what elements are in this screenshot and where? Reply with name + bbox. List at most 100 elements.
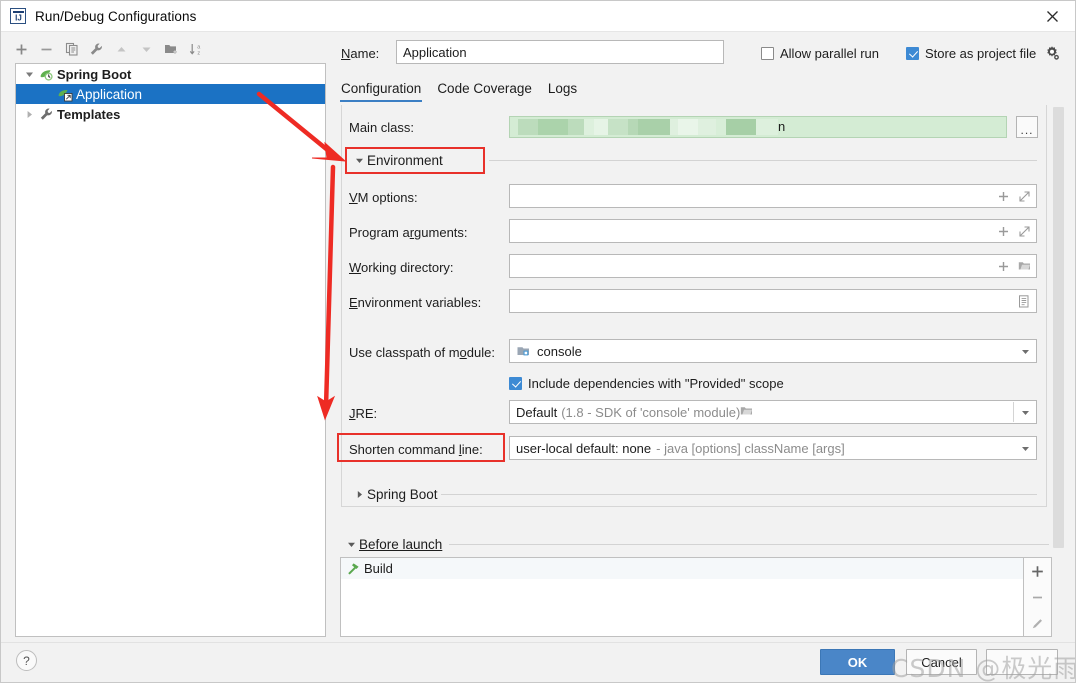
sort-configurations-button[interactable]: a z xyxy=(184,38,209,60)
chevron-down-icon[interactable] xyxy=(1014,340,1036,362)
use-classpath-of-module-dropdown[interactable]: console xyxy=(509,339,1037,363)
intellij-idea-icon: IJ xyxy=(10,8,26,24)
chevron-down-icon[interactable] xyxy=(22,64,37,84)
chevron-right-icon xyxy=(351,488,367,502)
folder-icon[interactable] xyxy=(1015,255,1033,277)
tab-configuration[interactable]: Configuration xyxy=(339,81,428,102)
before-launch-task-list[interactable]: Build xyxy=(340,557,1024,637)
jre-dropdown[interactable]: Default (1.8 - SDK of 'console' module) xyxy=(509,400,1037,424)
tab-logs[interactable]: Logs xyxy=(548,81,584,102)
allow-parallel-run-checkbox[interactable]: Allow parallel run xyxy=(761,46,879,61)
environment-variables-label: Environment variables: xyxy=(349,295,482,310)
configurations-tree[interactable]: Spring Boot Application Templates xyxy=(15,63,326,637)
environment-section-header[interactable]: Environment xyxy=(351,153,443,168)
chevron-right-icon[interactable] xyxy=(22,104,37,124)
environment-section-label: Environment xyxy=(367,153,443,168)
close-icon[interactable] xyxy=(1029,1,1075,32)
list-edit-icon[interactable] xyxy=(1015,290,1033,312)
checkbox-box xyxy=(906,47,919,60)
chevron-down-icon xyxy=(343,538,359,552)
help-button[interactable]: ? xyxy=(16,650,37,671)
spring-boot-section-header[interactable]: Spring Boot xyxy=(351,487,438,502)
program-arguments-input[interactable] xyxy=(509,219,1037,243)
module-icon xyxy=(516,343,532,359)
jre-hint: (1.8 - SDK of 'console' module) xyxy=(561,404,741,420)
spring-boot-section-panel xyxy=(341,478,1047,507)
redaction-block xyxy=(584,119,594,135)
add-task-button[interactable] xyxy=(1024,558,1052,584)
include-provided-dependencies-checkbox[interactable]: Include dependencies with "Provided" sco… xyxy=(509,376,784,391)
wrench-icon xyxy=(37,105,55,123)
wrench-icon[interactable] xyxy=(84,38,109,60)
vm-options-input[interactable] xyxy=(509,184,1037,208)
chevron-down-icon xyxy=(351,154,367,168)
window-title: Run/Debug Configurations xyxy=(35,8,197,24)
jre-value: Default xyxy=(516,404,558,420)
environment-variables-input[interactable] xyxy=(509,289,1037,313)
tab-code-coverage[interactable]: Code Coverage xyxy=(437,81,539,102)
chevron-down-icon[interactable] xyxy=(1014,401,1036,423)
shorten-command-line-label: Shorten command line: xyxy=(349,442,483,457)
remove-configuration-button[interactable] xyxy=(34,38,59,60)
before-launch-side-toolbar xyxy=(1024,557,1052,637)
move-up-button[interactable] xyxy=(109,38,134,60)
main-class-browse-button[interactable]: ... xyxy=(1016,116,1038,138)
expand-icon[interactable] xyxy=(1015,220,1033,242)
tree-node-label: Spring Boot xyxy=(57,66,132,82)
tree-node-application[interactable]: Application xyxy=(16,84,325,104)
working-directory-label: Working directory: xyxy=(349,260,454,275)
plus-icon[interactable] xyxy=(994,255,1012,277)
add-configuration-button[interactable] xyxy=(9,38,34,60)
redaction-block xyxy=(716,119,726,135)
before-launch-section-header[interactable]: Before launch xyxy=(343,537,442,552)
scrollbar-thumb[interactable] xyxy=(1053,107,1064,548)
before-launch-section-label: Before launch xyxy=(359,537,443,552)
shorten-command-line-hint: - java [options] className [args] xyxy=(656,440,845,456)
shorten-command-line-dropdown[interactable]: user-local default: none - java [options… xyxy=(509,436,1037,460)
move-down-button[interactable] xyxy=(134,38,159,60)
section-divider xyxy=(489,160,1037,161)
redaction-block xyxy=(538,119,568,135)
run-debug-configurations-dialog: IJ Run/Debug Configurations a z Spring B… xyxy=(0,0,1076,683)
main-class-label: Main class: xyxy=(349,120,415,135)
move-into-folder-button[interactable] xyxy=(159,38,184,60)
section-divider xyxy=(449,544,1049,545)
copy-configuration-button[interactable] xyxy=(59,38,84,60)
name-input[interactable] xyxy=(396,40,724,64)
tree-node-templates[interactable]: Templates xyxy=(16,104,325,124)
redaction-block xyxy=(628,119,638,135)
tab-bar: Configuration Code Coverage Logs xyxy=(339,81,1041,107)
remove-task-button[interactable] xyxy=(1024,584,1052,610)
build-hammer-icon xyxy=(347,562,364,575)
edit-task-button[interactable] xyxy=(1024,610,1052,636)
plus-icon[interactable] xyxy=(994,185,1012,207)
use-classpath-of-module-label: Use classpath of module: xyxy=(349,345,495,360)
footer-divider xyxy=(1,642,1075,643)
checkbox-box xyxy=(761,47,774,60)
svg-text:IJ: IJ xyxy=(15,13,22,22)
configurations-toolbar: a z xyxy=(9,37,329,61)
store-as-project-file-checkbox[interactable]: Store as project file xyxy=(906,46,1036,61)
expand-icon[interactable] xyxy=(1015,185,1033,207)
ok-button[interactable]: OK xyxy=(820,649,895,675)
before-launch-task-row[interactable]: Build xyxy=(341,558,1023,579)
cancel-button[interactable]: Cancel xyxy=(906,649,977,675)
folder-icon[interactable] xyxy=(740,405,753,420)
svg-text:z: z xyxy=(197,50,200,56)
jre-label: JRE: xyxy=(349,406,378,421)
gear-icon[interactable] xyxy=(1044,45,1060,61)
spring-boot-run-icon xyxy=(56,85,74,103)
chevron-down-icon[interactable] xyxy=(1014,437,1036,459)
checkbox-box xyxy=(509,377,522,390)
spring-boot-section-label: Spring Boot xyxy=(367,487,438,502)
spring-boot-icon xyxy=(37,65,55,83)
store-as-project-file-label: Store as project file xyxy=(925,46,1037,61)
tree-node-spring-boot[interactable]: Spring Boot xyxy=(16,64,325,84)
working-directory-input[interactable] xyxy=(509,254,1037,278)
vertical-scrollbar[interactable] xyxy=(1053,107,1064,562)
main-class-input[interactable]: n xyxy=(509,116,1007,138)
apply-button[interactable] xyxy=(986,649,1058,675)
plus-icon[interactable] xyxy=(994,220,1012,242)
title-bar: IJ Run/Debug Configurations xyxy=(1,1,1075,32)
redaction-block xyxy=(678,119,698,135)
